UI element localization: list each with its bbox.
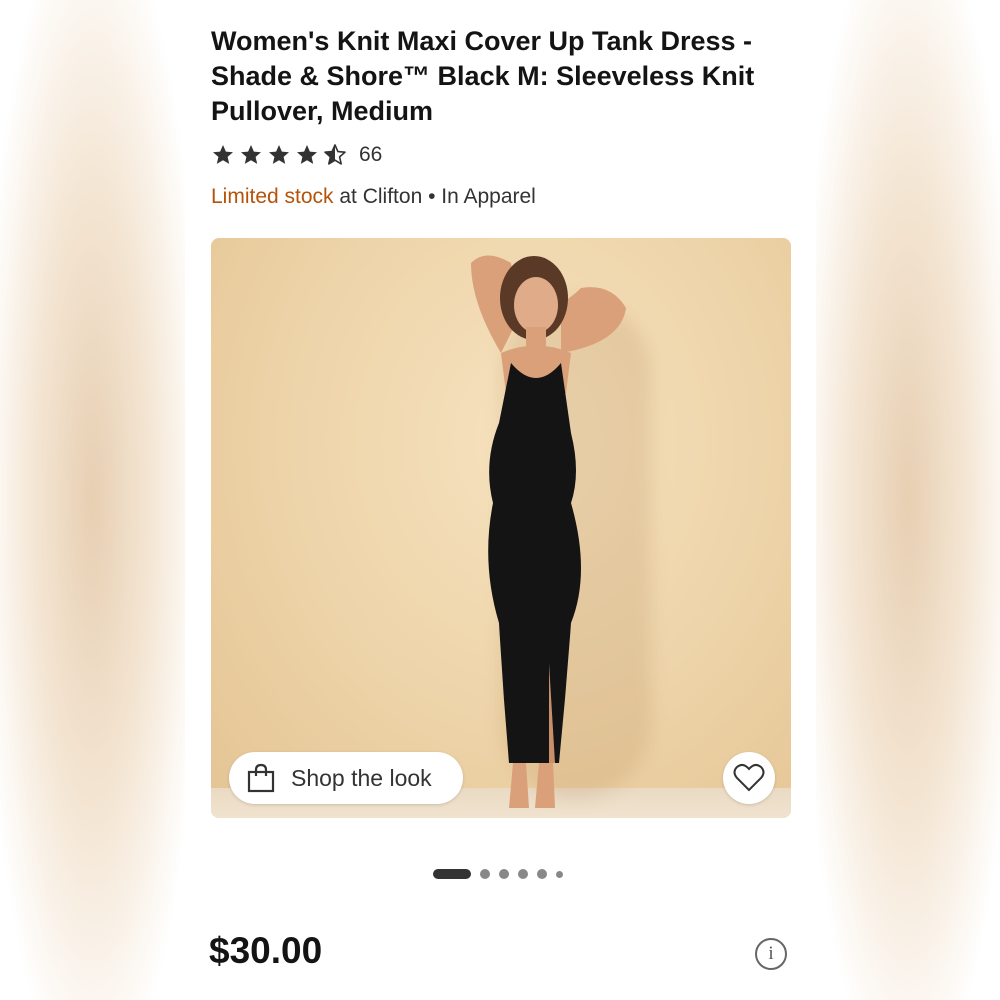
pagination-dot[interactable] <box>518 869 528 879</box>
info-icon[interactable]: i <box>755 938 787 970</box>
pagination-dot[interactable] <box>480 869 490 879</box>
product-title: Women's Knit Maxi Cover Up Tank Dress - … <box>211 26 755 126</box>
shop-the-look-button[interactable]: Shop the look <box>229 752 463 804</box>
review-count: 66 <box>359 143 383 166</box>
product-card: Women's Knit Maxi Cover Up Tank Dress - … <box>185 0 816 1000</box>
star-icon <box>269 145 289 164</box>
favorite-button[interactable] <box>723 752 775 804</box>
heart-icon <box>733 763 765 792</box>
star-icon <box>297 145 317 164</box>
shop-the-look-label: Shop the look <box>291 764 432 791</box>
star-icon <box>241 145 261 164</box>
product-image-carousel[interactable]: Shop the look <box>211 238 791 818</box>
star-rating <box>211 143 347 167</box>
product-price: $30.00 <box>209 930 323 971</box>
store-location: at Clifton • In Apparel <box>333 185 536 208</box>
pagination-dot-active[interactable] <box>433 869 471 879</box>
shopping-bag-icon <box>247 763 275 793</box>
carousel-pagination <box>433 868 563 880</box>
product-photo <box>471 255 626 808</box>
pagination-dot[interactable] <box>537 869 547 879</box>
star-half-icon <box>324 144 346 165</box>
pagination-dot[interactable] <box>499 869 509 879</box>
availability-row: Limited stock at Clifton • In Apparel <box>211 185 536 209</box>
rating-row[interactable]: 66 <box>211 140 382 170</box>
stock-status[interactable]: Limited stock <box>211 185 334 208</box>
background-left <box>0 0 185 1000</box>
star-icon <box>213 145 233 164</box>
pagination-dot[interactable] <box>556 870 563 878</box>
background-right <box>816 0 1000 1000</box>
